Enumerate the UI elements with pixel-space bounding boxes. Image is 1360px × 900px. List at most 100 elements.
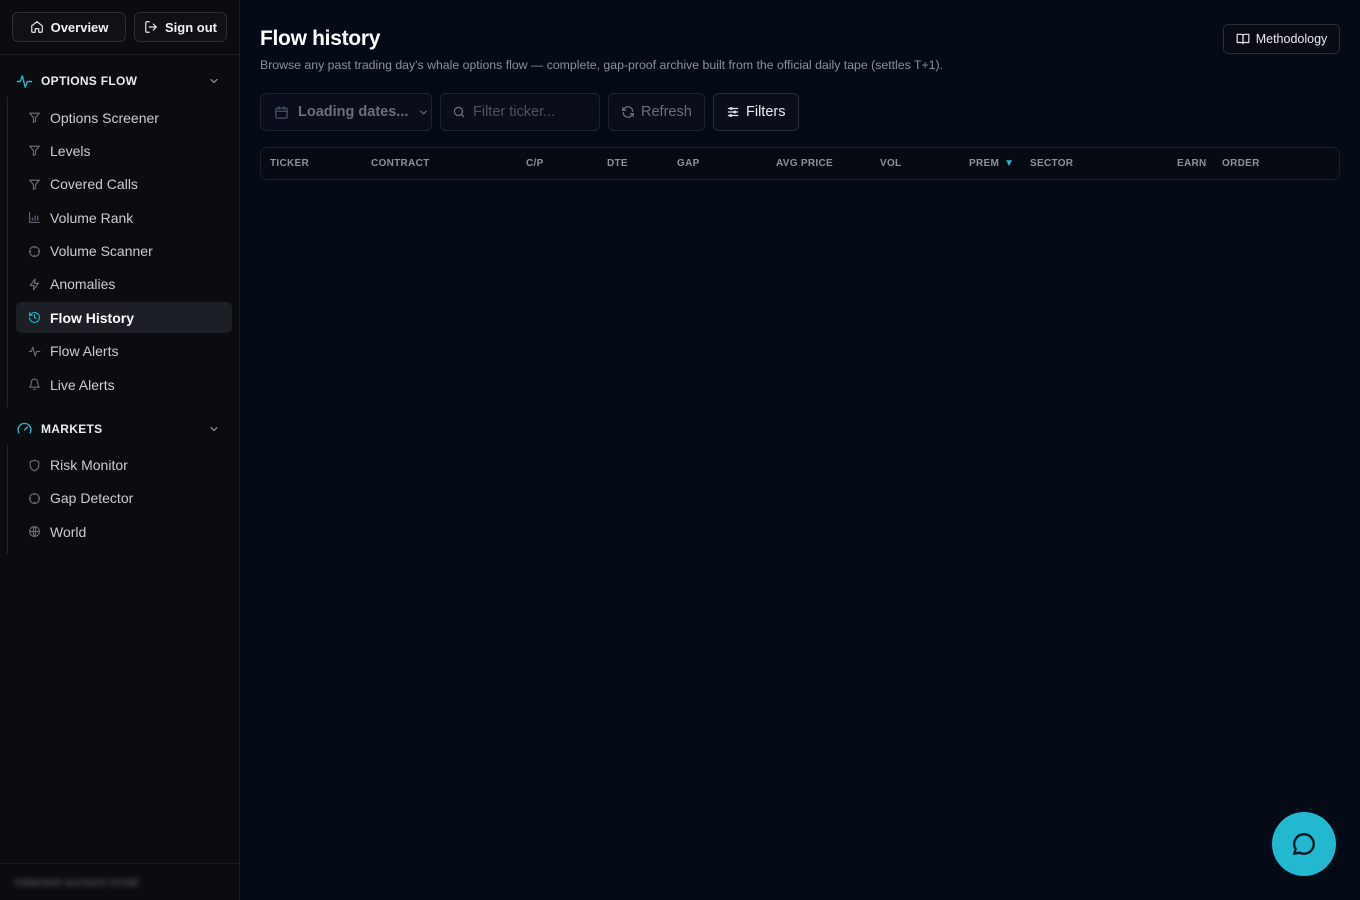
sidebar-item-label: Risk Monitor <box>50 457 128 474</box>
chevron-down-icon <box>210 426 218 431</box>
column-header-ticker[interactable]: TICKER <box>270 148 309 179</box>
filter-icon <box>29 179 40 190</box>
filter-icon <box>29 112 40 123</box>
sidebar-item-anomalies[interactable]: Anomalies <box>16 269 232 300</box>
history-icon <box>29 312 40 324</box>
account-email: redacted account email <box>14 875 139 889</box>
sidebar-item-label: Levels <box>50 142 91 159</box>
column-label: PREM <box>969 158 1000 169</box>
page-subtitle: Browse any past trading day's whale opti… <box>260 58 944 72</box>
ticker-filter-input[interactable] <box>473 104 593 120</box>
zap-icon <box>29 278 39 291</box>
section-header-markets[interactable]: MARKETS <box>15 417 224 441</box>
filter-icon <box>29 146 40 157</box>
sidebar-item-label: Options Screener <box>50 109 159 126</box>
sidebar-item-levels[interactable]: Levels <box>16 135 232 166</box>
overview-label: Overview <box>50 19 109 35</box>
sidebar-item-label: Volume Rank <box>50 209 134 226</box>
sidebar-footer: redacted account email <box>0 863 239 900</box>
column-label: AVG PRICE <box>776 158 833 169</box>
sidebar-item-label: Flow Alerts <box>50 343 119 360</box>
sidebar-item-covered-calls[interactable]: Covered Calls <box>16 169 232 200</box>
book-open-icon <box>1236 33 1250 45</box>
calendar-icon <box>275 105 288 119</box>
column-label: EARN <box>1177 158 1207 169</box>
main-content: Flow history Browse any past trading day… <box>240 0 1360 900</box>
sidebar: Overview Sign out OPTIONS FLOW Options S… <box>0 0 240 900</box>
methodology-label: Methodology <box>1255 32 1328 46</box>
sidebar-item-risk-monitor[interactable]: Risk Monitor <box>16 450 232 481</box>
sidebar-item-live-alerts[interactable]: Live Alerts <box>16 369 232 400</box>
methodology-button[interactable]: Methodology <box>1223 24 1340 54</box>
shield-icon <box>29 459 40 471</box>
chevron-down-icon <box>210 78 218 84</box>
sidebar-item-options-screener[interactable]: Options Screener <box>16 102 232 133</box>
column-label: CONTRACT <box>371 158 430 169</box>
toolbar: Loading dates... Refresh Filters <box>260 93 1340 131</box>
sidebar-item-flow-history[interactable]: Flow History <box>16 302 232 334</box>
refresh-icon <box>622 106 634 118</box>
activity-icon <box>16 74 33 88</box>
section-header-options-flow[interactable]: OPTIONS FLOW <box>15 69 224 93</box>
column-label: VOL <box>880 158 902 169</box>
date-select[interactable]: Loading dates... <box>260 93 432 131</box>
sidebar-item-volume-scanner[interactable]: Volume Scanner <box>16 236 232 267</box>
search-icon <box>453 106 465 118</box>
chat-button[interactable] <box>1272 812 1336 876</box>
column-header-contract[interactable]: CONTRACT <box>371 148 430 179</box>
column-header-dte[interactable]: DTE <box>607 148 628 179</box>
sidebar-item-volume-rank[interactable]: Volume Rank <box>16 202 232 233</box>
overview-button[interactable]: Overview <box>12 12 126 42</box>
section-items-markets: Risk Monitor Gap Detector World <box>7 444 239 554</box>
sliders-icon <box>727 107 739 117</box>
sort-desc-icon: ▼ <box>1004 158 1015 169</box>
section-title-markets: MARKETS <box>41 421 103 436</box>
bell-icon <box>29 378 40 391</box>
refresh-label: Refresh <box>641 104 692 120</box>
column-header-vol[interactable]: VOL <box>880 148 901 179</box>
column-label: GAP <box>677 158 700 169</box>
globe-icon <box>29 526 40 538</box>
column-label: ORDER <box>1222 158 1260 169</box>
filters-label: Filters <box>746 104 786 120</box>
chevron-down-icon <box>420 110 428 114</box>
sidebar-top-actions: Overview Sign out <box>0 0 239 55</box>
sidebar-item-label: Covered Calls <box>50 176 138 193</box>
sidebar-item-label: Volume Scanner <box>50 243 153 260</box>
column-label: C/P <box>526 158 544 169</box>
sidebar-item-label: Live Alerts <box>50 376 115 393</box>
column-header-cp[interactable]: C/P <box>526 148 544 179</box>
column-label: TICKER <box>270 158 310 169</box>
date-select-label: Loading dates... <box>298 104 409 120</box>
app-root: Overview Sign out OPTIONS FLOW Options S… <box>0 0 1360 900</box>
page-title: Flow history <box>260 27 381 50</box>
bar-chart-icon <box>29 212 40 224</box>
filters-button[interactable]: Filters <box>713 93 799 131</box>
sidebar-nav: OPTIONS FLOW Options Screener Levels Cov… <box>0 55 239 554</box>
column-header-order[interactable]: ORDER <box>1222 148 1260 179</box>
column-header-gap[interactable]: GAP <box>677 148 700 179</box>
sidebar-item-label: Anomalies <box>50 276 116 293</box>
section-items-options-flow: Options Screener Levels Covered Calls Vo… <box>7 97 239 407</box>
column-header-avg-price[interactable]: AVG PRICE <box>776 148 833 179</box>
ticker-search-box <box>440 93 600 131</box>
scan-icon <box>29 245 40 257</box>
column-label: SECTOR <box>1030 158 1074 169</box>
sidebar-item-gap-detector[interactable]: Gap Detector <box>16 483 232 514</box>
sign-out-button[interactable]: Sign out <box>134 12 227 42</box>
column-header-prem[interactable]: PREM ▼ <box>969 148 1014 179</box>
chat-bubble-icon <box>1293 833 1315 855</box>
column-header-earn[interactable]: EARN <box>1177 148 1207 179</box>
sidebar-item-label: Gap Detector <box>50 490 134 507</box>
gauge-icon <box>17 422 32 434</box>
home-icon <box>30 21 43 33</box>
sidebar-item-flow-alerts[interactable]: Flow Alerts <box>16 336 232 367</box>
column-header-sector[interactable]: SECTOR <box>1030 148 1073 179</box>
scan-icon <box>29 492 40 504</box>
sidebar-item-world[interactable]: World <box>16 516 232 547</box>
column-label: DTE <box>607 158 628 169</box>
sign-out-icon <box>145 21 157 33</box>
sidebar-item-label: Flow History <box>50 309 135 326</box>
sign-out-label: Sign out <box>165 19 217 35</box>
refresh-button[interactable]: Refresh <box>608 93 705 131</box>
